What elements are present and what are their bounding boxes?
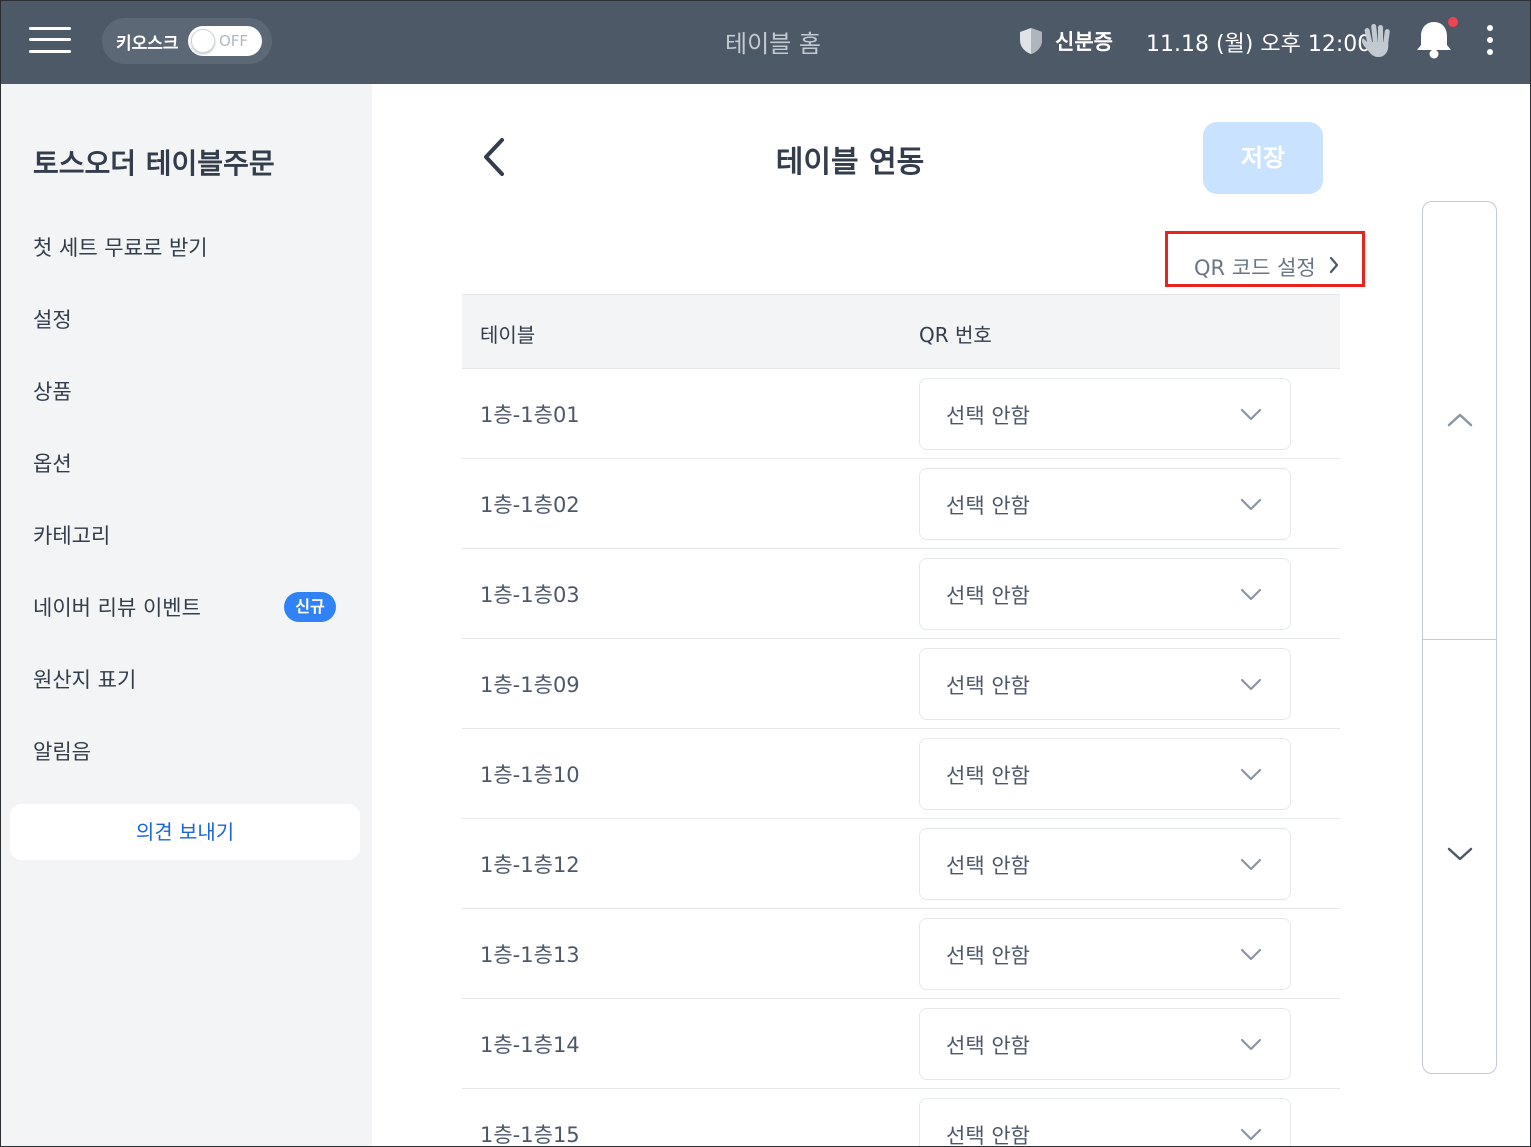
qr-number-select[interactable]: 선택 안함 bbox=[919, 828, 1291, 900]
qr-number-value: 선택 안함 bbox=[946, 1034, 1030, 1058]
table-name: 1층-1층10 bbox=[480, 763, 580, 787]
chevron-down-icon bbox=[1240, 768, 1262, 781]
table-row: 1층-1층13 선택 안함 bbox=[462, 909, 1340, 999]
save-label: 저장 bbox=[1240, 144, 1286, 172]
table-name: 1층-1층14 bbox=[480, 1033, 580, 1057]
table-row: 1층-1층03 선택 안함 bbox=[462, 549, 1340, 639]
scroll-panel bbox=[1422, 201, 1497, 1074]
qr-number-value: 선택 안함 bbox=[946, 494, 1030, 518]
more-vertical-icon[interactable] bbox=[1480, 24, 1500, 56]
qr-number-select[interactable]: 선택 안함 bbox=[919, 378, 1291, 450]
page-title: 테이블 연동 bbox=[775, 145, 925, 180]
chevron-down-icon bbox=[1240, 1128, 1262, 1141]
table-name: 1층-1층03 bbox=[480, 583, 580, 607]
sidebar-item-settings[interactable]: 설정 bbox=[0, 290, 372, 346]
table-header: 테이블 QR 번호 bbox=[462, 294, 1340, 369]
qr-number-value: 선택 안함 bbox=[946, 404, 1030, 428]
sidebar-item-label: 원산지 표기 bbox=[33, 668, 137, 692]
chevron-down-icon bbox=[1240, 408, 1262, 421]
table-row: 1층-1층01 선택 안함 bbox=[462, 369, 1340, 459]
scroll-up-button[interactable] bbox=[1423, 202, 1496, 639]
qr-number-select[interactable]: 선택 안함 bbox=[919, 468, 1291, 540]
table-row: 1층-1층15 선택 안함 bbox=[462, 1089, 1340, 1147]
table-name: 1층-1층13 bbox=[480, 943, 580, 967]
column-header-table: 테이블 bbox=[480, 323, 536, 347]
table-name: 1층-1층12 bbox=[480, 853, 580, 877]
chevron-down-icon bbox=[1447, 847, 1473, 861]
table-row: 1층-1층09 선택 안함 bbox=[462, 639, 1340, 729]
hand-icon[interactable] bbox=[1357, 20, 1395, 60]
chevron-down-icon bbox=[1240, 588, 1262, 601]
qr-number-value: 선택 안함 bbox=[946, 854, 1030, 878]
back-arrow-icon[interactable] bbox=[476, 136, 512, 178]
feedback-button[interactable]: 의견 보내기 bbox=[10, 804, 360, 860]
table-name: 1층-1층15 bbox=[480, 1123, 580, 1147]
chevron-down-icon bbox=[1240, 678, 1262, 691]
table-row: 1층-1층02 선택 안함 bbox=[462, 459, 1340, 549]
sidebar-item-options[interactable]: 옵션 bbox=[0, 434, 372, 490]
sidebar-item-label: 네이버 리뷰 이벤트 bbox=[33, 596, 201, 620]
column-header-qr: QR 번호 bbox=[919, 323, 992, 347]
qr-number-value: 선택 안함 bbox=[946, 1124, 1030, 1147]
table-row: 1층-1층10 선택 안함 bbox=[462, 729, 1340, 819]
sidebar-item-free-set[interactable]: 첫 세트 무료로 받기 bbox=[0, 218, 372, 274]
sidebar-item-naver-review-event[interactable]: 네이버 리뷰 이벤트 신규 bbox=[0, 578, 372, 634]
top-bar: 키오스크 OFF 테이블 홈 신분증 11.18 (월) 오후 12:00 bbox=[0, 0, 1531, 84]
table-mapping-list: 테이블 QR 번호 1층-1층01 선택 안함 1층-1층02 선택 안함 1층-1층0… bbox=[462, 294, 1340, 1147]
chevron-down-icon bbox=[1240, 1038, 1262, 1051]
sidebar: 토스오더 테이블주문 첫 세트 무료로 받기 설정 상품 옵션 카테고리 네이버… bbox=[0, 84, 372, 1147]
notification-dot bbox=[1448, 17, 1458, 27]
sidebar-item-origin-label[interactable]: 원산지 표기 bbox=[0, 650, 372, 706]
sidebar-item-products[interactable]: 상품 bbox=[0, 362, 372, 418]
sidebar-item-label: 알림음 bbox=[33, 740, 91, 764]
chevron-down-icon bbox=[1240, 498, 1262, 511]
qr-code-settings-link[interactable]: QR 코드 설정 bbox=[1165, 231, 1365, 287]
qr-number-value: 선택 안함 bbox=[946, 584, 1030, 608]
scroll-down-button[interactable] bbox=[1423, 640, 1496, 1073]
sidebar-item-label: 첫 세트 무료로 받기 bbox=[33, 236, 208, 260]
table-row: 1층-1층14 선택 안함 bbox=[462, 999, 1340, 1089]
qr-number-select[interactable]: 선택 안함 bbox=[919, 558, 1291, 630]
table-row: 1층-1층12 선택 안함 bbox=[462, 819, 1340, 909]
qr-number-value: 선택 안함 bbox=[946, 944, 1030, 968]
datetime-display: 11.18 (월) 오후 12:00 bbox=[1146, 32, 1372, 57]
qr-number-value: 선택 안함 bbox=[946, 764, 1030, 788]
chevron-up-icon bbox=[1447, 413, 1473, 427]
chevron-down-icon bbox=[1240, 948, 1262, 961]
shield-icon bbox=[1020, 28, 1042, 54]
qr-number-select[interactable]: 선택 안함 bbox=[919, 918, 1291, 990]
qr-number-select[interactable]: 선택 안함 bbox=[919, 1098, 1291, 1147]
sidebar-item-category[interactable]: 카테고리 bbox=[0, 506, 372, 562]
sidebar-item-notification-sound[interactable]: 알림음 bbox=[0, 722, 372, 778]
sidebar-item-label: 옵션 bbox=[33, 452, 72, 476]
sidebar-item-label: 설정 bbox=[33, 308, 72, 332]
chevron-down-icon bbox=[1240, 858, 1262, 871]
table-name: 1층-1층09 bbox=[480, 673, 580, 697]
qr-number-select[interactable]: 선택 안함 bbox=[919, 648, 1291, 720]
qr-code-settings-label: QR 코드 설정 bbox=[1194, 256, 1316, 280]
qr-number-select[interactable]: 선택 안함 bbox=[919, 1008, 1291, 1080]
sidebar-item-label: 카테고리 bbox=[33, 524, 111, 548]
sidebar-item-label: 상품 bbox=[33, 380, 72, 404]
table-name: 1층-1층01 bbox=[480, 403, 580, 427]
qr-number-select[interactable]: 선택 안함 bbox=[919, 738, 1291, 810]
feedback-label: 의견 보내기 bbox=[135, 820, 235, 844]
sidebar-title: 토스오더 테이블주문 bbox=[33, 147, 275, 180]
table-name: 1층-1층02 bbox=[480, 493, 580, 517]
save-button[interactable]: 저장 bbox=[1203, 122, 1323, 194]
chevron-right-icon bbox=[1329, 256, 1339, 274]
new-badge: 신규 bbox=[284, 592, 336, 622]
qr-number-value: 선택 안함 bbox=[946, 674, 1030, 698]
id-card-label: 신분증 bbox=[1055, 30, 1113, 54]
